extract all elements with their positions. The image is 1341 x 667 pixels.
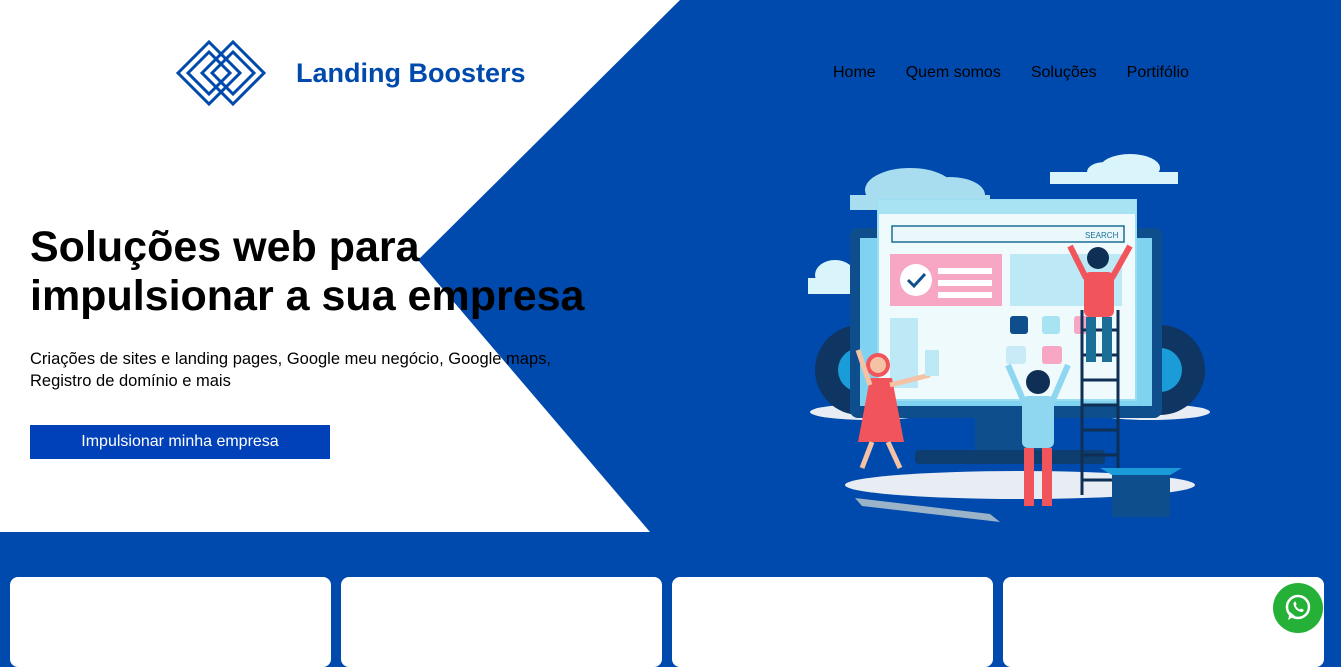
solution-card[interactable] xyxy=(1003,577,1324,667)
solutions-cards xyxy=(10,577,1324,667)
illustration-search-label: SEARCH xyxy=(1085,231,1119,240)
subtitle-line-1: Criações de sites e landing pages, Googl… xyxy=(30,350,551,368)
headline-line-1: Soluções web para xyxy=(30,223,420,271)
subtitle-line-2: Registro de domínio e mais xyxy=(30,372,231,390)
hero-subtitle: Criações de sites e landing pages, Googl… xyxy=(30,348,630,392)
solution-card[interactable] xyxy=(341,577,662,667)
landing-boosters-logo-icon[interactable] xyxy=(176,40,266,108)
brand-name[interactable]: Landing Boosters xyxy=(296,58,526,89)
web-design-team-illustration: SEARCH xyxy=(808,154,1210,522)
nav-portifolio[interactable]: Portifólio xyxy=(1127,64,1189,82)
nav-home[interactable]: Home xyxy=(833,64,876,82)
hero-section: Landing Boosters Home Quem somos Soluçõe… xyxy=(0,0,1341,532)
whatsapp-icon xyxy=(1285,594,1311,620)
nav-solucoes[interactable]: Soluções xyxy=(1031,64,1097,82)
headline-line-2: impulsionar a sua empresa xyxy=(30,272,585,320)
solution-card[interactable] xyxy=(10,577,331,667)
whatsapp-button[interactable] xyxy=(1273,583,1323,633)
hero-headline: Soluções web para impulsionar a sua empr… xyxy=(30,223,650,321)
nav-quem-somos[interactable]: Quem somos xyxy=(906,64,1001,82)
solution-card[interactable] xyxy=(672,577,993,667)
main-nav: Home Quem somos Soluções Portifólio xyxy=(833,64,1219,82)
cloud-icon xyxy=(1050,154,1178,184)
cta-button[interactable]: Impulsionar minha empresa xyxy=(30,425,330,459)
